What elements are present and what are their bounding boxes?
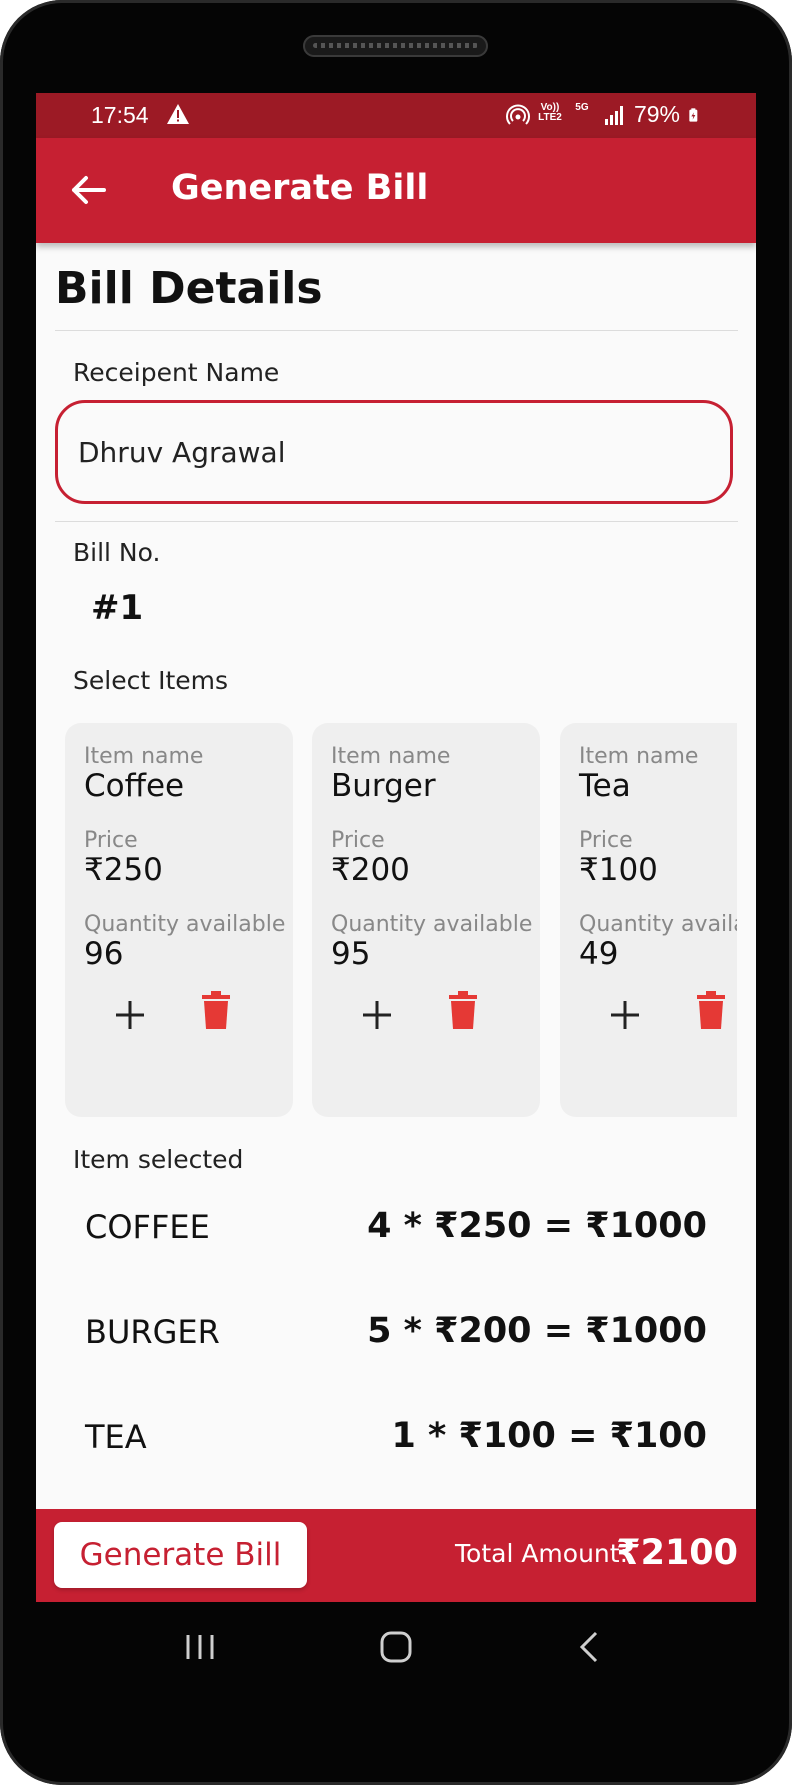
quantity-caption: Quantity availa [579, 912, 737, 937]
recipient-label: Receipent Name [73, 358, 280, 387]
list-item: BURGER 5 * ₹200 = ₹1000 [36, 1303, 756, 1363]
bill-number: #1 [91, 588, 144, 628]
hotspot-icon [505, 104, 530, 125]
item-price: ₹200 [331, 852, 410, 888]
selected-item-calc: 5 * ₹200 = ₹1000 [367, 1311, 707, 1351]
item-name: Tea [579, 768, 631, 804]
item-card: Item name Tea Price ₹100 Quantity availa… [560, 723, 737, 1117]
item-card: Item name Burger Price ₹200 Quantity ava… [312, 723, 540, 1117]
warning-triangle-icon [167, 104, 189, 124]
item-quantity: 49 [579, 936, 619, 972]
item-name-caption: Item name [579, 744, 699, 769]
item-quantity: 95 [331, 936, 371, 972]
battery-charging-icon [689, 107, 698, 122]
app-screen: 17:54 Vo)) LTE2 5G 79% Generate Bill Bil… [36, 93, 756, 1602]
list-item: TEA 1 * ₹100 = ₹100 [36, 1408, 756, 1468]
network-5g-icon: 5G [575, 101, 589, 113]
app-bar-title: Generate Bill [171, 168, 429, 208]
phone-speaker [303, 35, 488, 57]
selected-item-name: BURGER [85, 1313, 220, 1351]
total-amount-label: Total Amount: [455, 1539, 628, 1568]
status-icons: Vo)) LTE2 5G 79% [505, 101, 704, 128]
generate-bill-button[interactable]: Generate Bill [54, 1522, 307, 1588]
selected-item-calc: 4 * ₹250 = ₹1000 [367, 1206, 707, 1246]
recent-apps-icon[interactable] [178, 1627, 222, 1667]
battery-percent: 79% [633, 101, 680, 127]
items-carousel[interactable]: Item name Coffee Price ₹250 Quantity ava… [65, 723, 737, 1117]
back-nav-icon[interactable] [568, 1627, 612, 1667]
add-item-icon[interactable] [110, 995, 150, 1035]
selected-item-name: TEA [85, 1418, 147, 1456]
item-name: Burger [331, 768, 436, 804]
divider [55, 521, 738, 522]
status-bar: 17:54 Vo)) LTE2 5G 79% [36, 93, 756, 138]
bottom-bar: Generate Bill Total Amount: ₹2100 [36, 1509, 756, 1602]
item-quantity: 96 [84, 936, 124, 972]
item-price: ₹100 [579, 852, 658, 888]
list-item: COFFEE 4 * ₹250 = ₹1000 [36, 1198, 756, 1258]
price-caption: Price [331, 828, 385, 853]
home-icon[interactable] [374, 1627, 418, 1667]
item-name: Coffee [84, 768, 185, 804]
bill-no-label: Bill No. [73, 538, 161, 567]
status-time: 17:54 [91, 102, 149, 128]
item-price: ₹250 [84, 852, 163, 888]
select-items-label: Select Items [73, 666, 229, 695]
total-amount-value: ₹2100 [616, 1533, 738, 1573]
recipient-name-input[interactable] [55, 400, 733, 504]
delete-item-icon[interactable] [447, 991, 479, 1031]
item-card: Item name Coffee Price ₹250 Quantity ava… [65, 723, 293, 1117]
item-name-caption: Item name [84, 744, 204, 769]
delete-item-icon[interactable] [200, 991, 232, 1031]
system-nav-bar [36, 1602, 756, 1692]
quantity-caption: Quantity available [84, 912, 286, 937]
phone-frame: 17:54 Vo)) LTE2 5G 79% Generate Bill Bil… [0, 0, 792, 1785]
arrow-left-icon[interactable] [66, 168, 110, 212]
signal-icon [604, 105, 623, 125]
bill-details-content: Bill Details Receipent Name Bill No. #1 … [36, 243, 756, 1601]
quantity-caption: Quantity available [331, 912, 533, 937]
volte-icon: Vo)) LTE2 [538, 101, 562, 123]
selected-item-calc: 1 * ₹100 = ₹100 [391, 1416, 707, 1456]
delete-item-icon[interactable] [695, 991, 727, 1031]
add-item-icon[interactable] [605, 995, 645, 1035]
add-item-icon[interactable] [357, 995, 397, 1035]
price-caption: Price [84, 828, 138, 853]
item-selected-label: Item selected [73, 1145, 244, 1174]
divider [55, 330, 738, 331]
section-title: Bill Details [55, 263, 323, 314]
item-name-caption: Item name [331, 744, 451, 769]
app-bar: Generate Bill [36, 138, 756, 243]
selected-item-name: COFFEE [85, 1208, 210, 1246]
price-caption: Price [579, 828, 633, 853]
